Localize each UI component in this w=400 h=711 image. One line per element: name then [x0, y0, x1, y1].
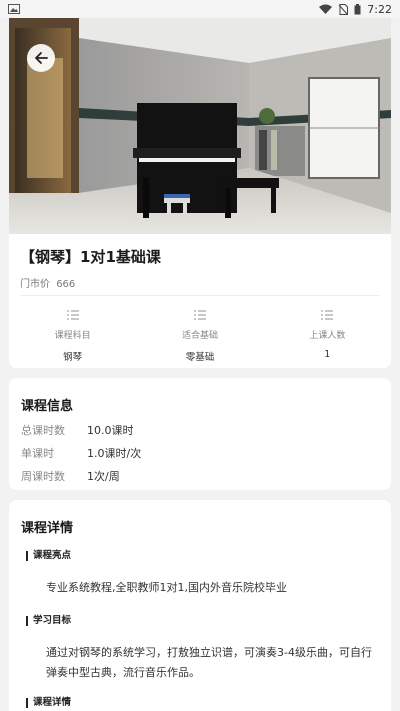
stat-subject: 课程科目 钢琴 [9, 308, 136, 363]
info-value: 1.0课时/次 [87, 447, 142, 460]
info-key: 总课时数 [21, 424, 65, 437]
info-value: 10.0课时 [87, 424, 134, 437]
course-stats: 课程科目 钢琴 适合基础 零基础 上课人数 1 [9, 308, 391, 363]
info-row-single-hours: 单课时 1.0课时/次 [21, 445, 141, 461]
no-sim-icon [338, 3, 349, 15]
stat-label: 课程科目 [54, 331, 91, 341]
info-row-weekly-hours: 周课时数 1次/周 [21, 468, 120, 484]
divider [20, 295, 380, 296]
course-detail-title: 课程详情 [21, 521, 74, 536]
back-arrow-icon [35, 52, 48, 64]
highlights-heading: 课程亮点 [26, 551, 71, 561]
course-summary-card: 【钢琴】1对1基础课 门市价 666 课程科目 钢琴 适合基础 零基础 上课人数… [9, 234, 391, 368]
list-icon [193, 310, 206, 320]
back-button[interactable] [27, 44, 55, 72]
info-row-total-hours: 总课时数 10.0课时 [21, 422, 134, 438]
info-key: 单课时 [21, 447, 54, 460]
price-value: 666 [56, 279, 76, 290]
stat-label: 上课人数 [309, 331, 346, 341]
course-detail-card: 课程详情 课程亮点 专业系统教程,全职教师1对1,国内外音乐院校毕业 学习目标 … [9, 500, 391, 711]
course-title: 【钢琴】1对1基础课 [20, 248, 161, 266]
goal-heading: 学习目标 [26, 616, 71, 626]
battery-icon [354, 3, 361, 14]
details-heading: 课程详情 [26, 698, 71, 708]
info-key: 周课时数 [21, 470, 65, 483]
list-icon [66, 310, 79, 320]
course-cover-image [9, 18, 391, 234]
status-bar: 7:22 [0, 0, 400, 18]
price-row: 门市价 666 [20, 275, 75, 290]
goal-text: 通过对钢琴的系统学习，打敖独立识谱，可演奏3-4级乐曲，可自行弹奏中型古典，流行… [46, 646, 372, 679]
stat-label: 适合基础 [181, 331, 218, 341]
wifi-icon [319, 4, 333, 14]
course-info-title: 课程信息 [21, 399, 74, 414]
stat-level: 适合基础 零基础 [136, 308, 263, 363]
info-value: 1次/周 [87, 470, 120, 483]
highlights-text: 专业系统教程,全职教师1对1,国内外音乐院校毕业 [46, 581, 287, 594]
stat-value: 1 [324, 349, 331, 360]
list-icon [321, 310, 334, 320]
image-notification-icon [8, 4, 20, 14]
status-left [8, 4, 20, 14]
status-right: 7:22 [319, 3, 392, 16]
price-label: 门市价 [20, 279, 50, 290]
course-info-card: 课程信息 总课时数 10.0课时 单课时 1.0课时/次 周课时数 1次/周 [9, 378, 391, 490]
stat-value: 钢琴 [63, 352, 83, 363]
status-time: 7:22 [367, 2, 392, 16]
stat-class-size: 上课人数 1 [264, 308, 391, 363]
stat-value: 零基础 [185, 352, 215, 363]
